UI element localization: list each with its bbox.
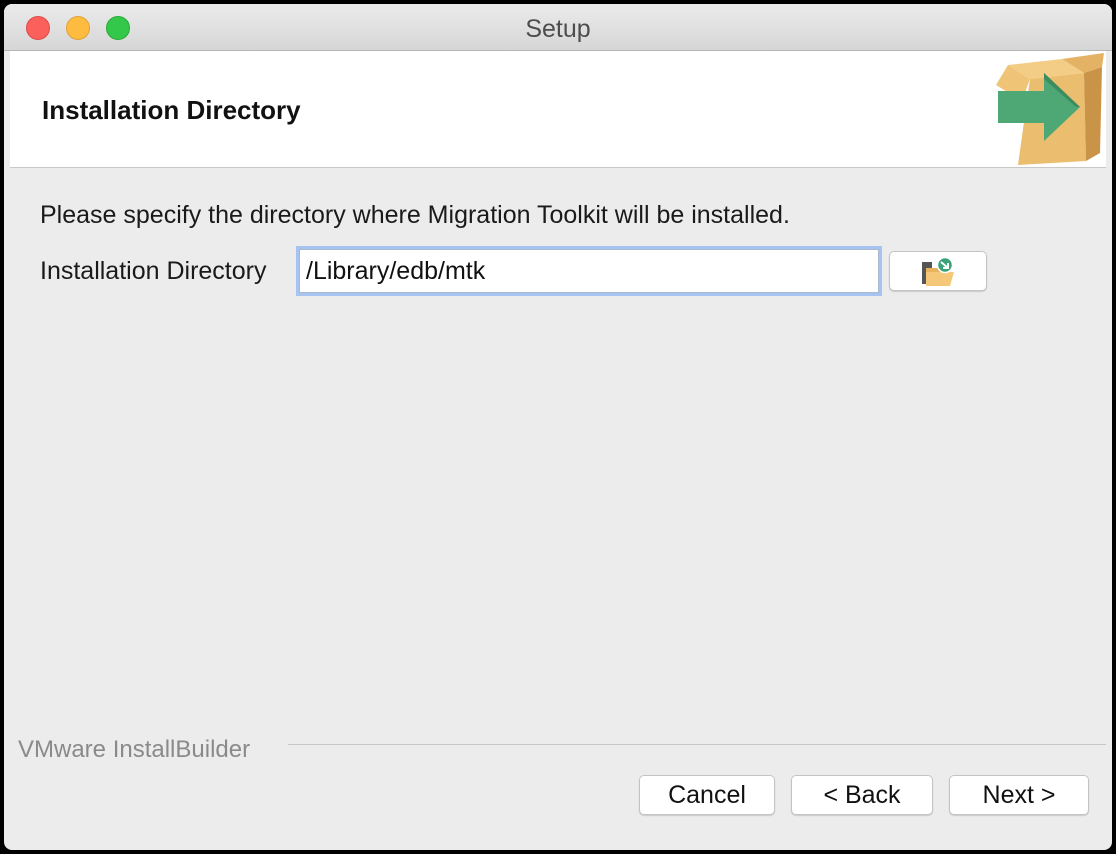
installation-directory-input[interactable] (299, 249, 879, 293)
cancel-button[interactable]: Cancel (639, 775, 775, 815)
directory-description: Please specify the directory where Migra… (40, 201, 790, 229)
installation-directory-label: Installation Directory (40, 257, 267, 285)
folder-browse-icon (922, 256, 954, 286)
page-header: Installation Directory (10, 51, 1106, 168)
next-button[interactable]: Next > (949, 775, 1089, 815)
page-title: Installation Directory (42, 95, 301, 125)
setup-window: Setup Installation Directory Please spec… (4, 4, 1112, 850)
window-title: Setup (525, 15, 591, 43)
back-button[interactable]: < Back (791, 775, 933, 815)
vendor-label: VMware InstallBuilder (18, 736, 251, 763)
title-bar[interactable]: Setup (4, 4, 1112, 51)
installer-box-arrow-icon (996, 53, 1104, 165)
footer-divider (288, 744, 1106, 745)
browse-directory-button[interactable] (889, 251, 987, 291)
